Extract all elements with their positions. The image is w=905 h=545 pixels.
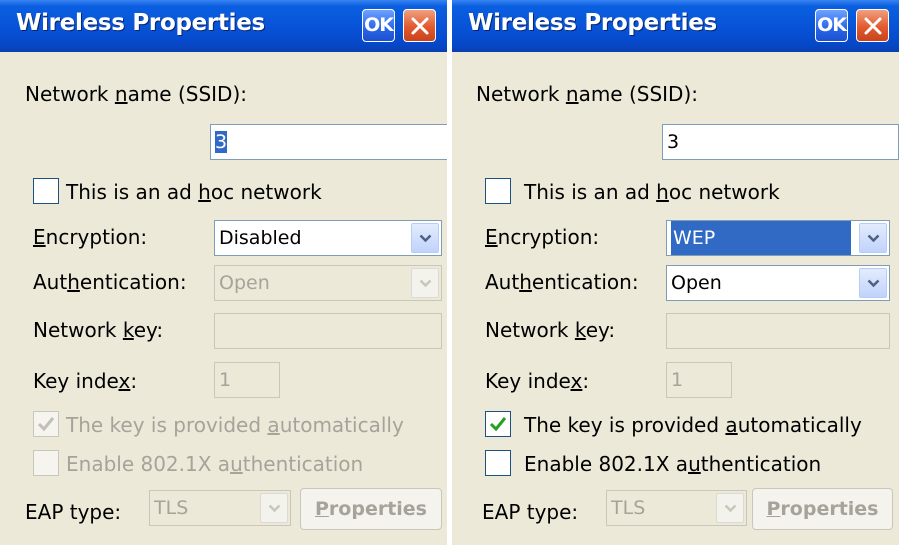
authentication-value: Open	[671, 272, 722, 294]
key-index-input: 1	[666, 362, 732, 398]
chevron-down-icon	[724, 504, 737, 513]
eap-type-dropdown: TLS	[606, 490, 747, 526]
dialog-title: Wireless Properties	[468, 10, 717, 36]
key-index-value: 1	[219, 369, 232, 391]
title-bar: Wireless Properties OK	[0, 0, 447, 52]
wireless-properties-dialog-left: Wireless Properties OK Network name (SSI…	[0, 0, 447, 545]
ssid-input[interactable]: 3	[662, 124, 899, 160]
encryption-label: Encryption:	[33, 225, 148, 249]
checkmark-icon	[489, 417, 507, 432]
key-index-value: 1	[671, 369, 684, 391]
network-key-input	[666, 313, 890, 349]
key-index-label: Key index:	[33, 369, 138, 393]
ok-button[interactable]: OK	[362, 9, 395, 42]
enable-8021x-label: Enable 802.1X authentication	[66, 452, 364, 476]
encryption-dropdown[interactable]: WEP	[666, 220, 890, 256]
encryption-dropdown-button[interactable]	[411, 223, 439, 253]
chevron-down-icon	[867, 234, 880, 243]
checkmark-icon	[37, 417, 55, 432]
encryption-dropdown[interactable]: Disabled	[214, 220, 442, 256]
chevron-down-icon	[419, 279, 432, 288]
enable-8021x-checkbox	[33, 450, 59, 476]
chevron-down-icon	[867, 279, 880, 288]
authentication-label: Authentication:	[485, 270, 639, 294]
network-key-label: Network key:	[485, 318, 616, 342]
encryption-dropdown-button[interactable]	[859, 223, 887, 253]
close-icon	[864, 17, 882, 35]
eap-type-label: EAP type:	[25, 500, 122, 524]
eap-type-label: EAP type:	[482, 500, 579, 524]
eap-properties-button: Properties	[752, 488, 893, 530]
ssid-input[interactable]: 3	[210, 124, 447, 160]
authentication-value: Open	[219, 272, 270, 294]
auto-key-label: The key is provided automatically	[524, 413, 862, 437]
authentication-dropdown-button	[411, 268, 439, 298]
title-bar: Wireless Properties OK	[452, 0, 899, 52]
eap-type-value: TLS	[154, 497, 189, 519]
encryption-label: Encryption:	[485, 225, 600, 249]
encryption-value: WEP	[671, 221, 851, 255]
dialog-title: Wireless Properties	[16, 10, 265, 36]
authentication-label: Authentication:	[33, 270, 187, 294]
close-icon	[411, 17, 429, 35]
close-button[interactable]	[403, 9, 436, 42]
key-index-label: Key index:	[485, 369, 590, 393]
auto-key-checkbox[interactable]	[485, 411, 511, 437]
eap-type-dropdown-button	[716, 493, 744, 523]
eap-properties-button: Properties	[300, 488, 442, 530]
encryption-value: Disabled	[219, 227, 302, 249]
adhoc-checkbox[interactable]	[485, 178, 511, 204]
adhoc-label: This is an ad hoc network	[66, 180, 322, 204]
eap-type-value: TLS	[611, 497, 646, 519]
authentication-dropdown: Open	[214, 265, 442, 301]
ssid-value: 3	[215, 131, 228, 153]
authentication-dropdown[interactable]: Open	[666, 265, 890, 301]
ssid-label: Network name (SSID):	[25, 82, 247, 106]
network-key-label: Network key:	[33, 318, 164, 342]
ok-button[interactable]: OK	[815, 9, 848, 42]
enable-8021x-checkbox[interactable]	[485, 450, 511, 476]
eap-type-dropdown-button	[260, 493, 288, 523]
eap-type-dropdown: TLS	[149, 490, 291, 526]
chevron-down-icon	[419, 234, 432, 243]
wireless-properties-dialog-right: Wireless Properties OK Network name (SSI…	[452, 0, 899, 545]
auto-key-checkbox	[33, 411, 59, 437]
network-key-input	[214, 313, 442, 349]
auto-key-label: The key is provided automatically	[66, 413, 404, 437]
ssid-label: Network name (SSID):	[476, 82, 698, 106]
close-button[interactable]	[856, 9, 889, 42]
chevron-down-icon	[268, 504, 281, 513]
authentication-dropdown-button[interactable]	[859, 268, 887, 298]
key-index-input: 1	[214, 362, 280, 398]
adhoc-label: This is an ad hoc network	[524, 180, 780, 204]
adhoc-checkbox[interactable]	[33, 178, 59, 204]
ssid-value: 3	[667, 131, 680, 153]
enable-8021x-label: Enable 802.1X authentication	[524, 452, 822, 476]
